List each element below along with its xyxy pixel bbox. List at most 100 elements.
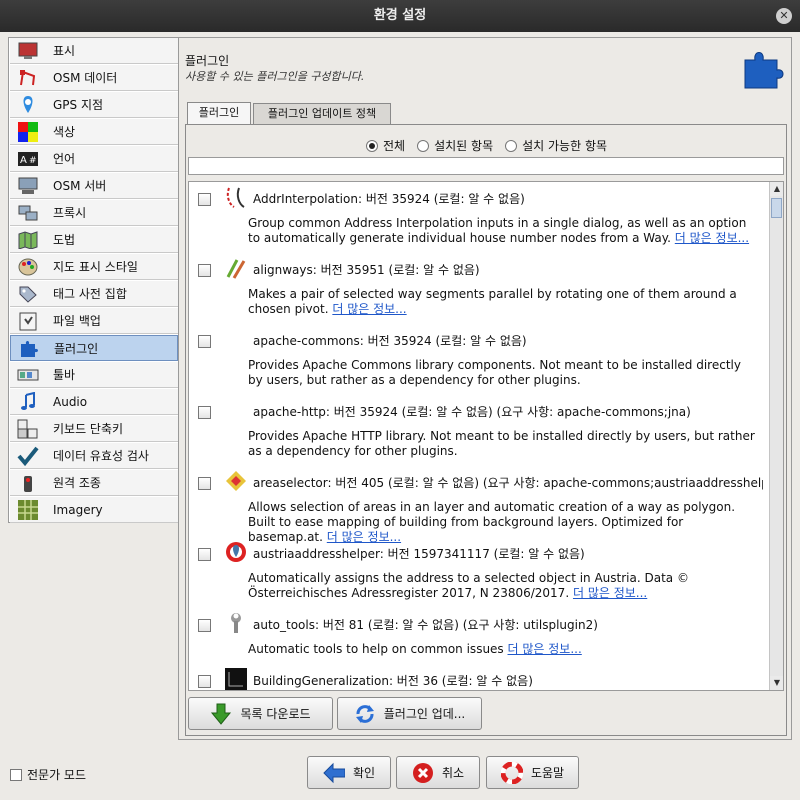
plugin-name: AddrInterpolation: 버전 35924 (로컬: 알 수 없음) (253, 192, 525, 206)
tag-icon (17, 284, 39, 304)
areaselector-icon (226, 471, 246, 491)
sidebar-item-osm-data[interactable]: OSM 데이터 (10, 65, 178, 91)
plugin-list-scrollbar[interactable]: ▲ ▼ (769, 182, 783, 690)
filter-radio-installed[interactable]: 설치된 항목 (417, 137, 493, 154)
scroll-down-arrow-icon[interactable]: ▼ (770, 676, 783, 690)
plugin-puzzle-icon (741, 46, 785, 90)
ok-arrow-icon (323, 762, 345, 784)
plugin-search-input[interactable] (188, 157, 784, 175)
sidebar-item-display[interactable]: 표시 (10, 38, 178, 64)
update-plugins-button[interactable]: 플러그인 업데... (337, 697, 482, 730)
plugin-name: alignways: 버전 35951 (로컬: 알 수 없음) (253, 263, 480, 277)
ok-button[interactable]: 확인 (307, 756, 391, 789)
cancel-button[interactable]: 취소 (396, 756, 480, 789)
sidebar-item-gps[interactable]: GPS 지점 (10, 92, 178, 118)
plugin-description: Makes a pair of selected way segments pa… (248, 287, 737, 316)
filter-radio-group: 전체 설치된 항목 설치 가능한 항목 (366, 137, 607, 154)
plugin-checkbox[interactable] (198, 335, 211, 348)
display-icon (17, 41, 39, 61)
sidebar-item-projection[interactable]: 도법 (10, 227, 178, 253)
sidebar-item-label: 데이터 유효성 검사 (53, 449, 149, 463)
imagery-grid-icon (17, 499, 39, 520)
sidebar-item-shortcuts[interactable]: 키보드 단축키 (10, 416, 178, 442)
plugin-name: auto_tools: 버전 81 (로컬: 알 수 없음) (요구 사항: u… (253, 618, 598, 632)
tab-content: 전체 설치된 항목 설치 가능한 항목 AddrInterpolation: 버… (185, 124, 787, 736)
sidebar-item-remote-control[interactable]: 원격 조종 (10, 470, 178, 496)
keyboard-icon (17, 419, 39, 439)
more-info-link[interactable]: 더 많은 정보... (675, 231, 749, 245)
plugin-description: Provides Apache HTTP library. Not meant … (248, 429, 755, 458)
sidebar-item-label: 키보드 단축키 (53, 422, 124, 436)
close-icon[interactable]: ✕ (776, 8, 792, 24)
sidebar-item-colors[interactable]: 색상 (10, 119, 178, 145)
sidebar-item-file-backup[interactable]: 파일 백업 (10, 308, 178, 334)
svg-text:#: # (29, 156, 37, 166)
plugin-checkbox[interactable] (198, 264, 211, 277)
sidebar-item-tag-presets[interactable]: 태그 사전 집합 (10, 281, 178, 307)
toolbar-icon (17, 365, 39, 385)
plugin-name: BuildingGeneralization: 버전 36 (로컬: 알 수 없… (253, 674, 533, 688)
backup-icon (17, 311, 39, 331)
palette-icon (17, 257, 39, 277)
plugin-checkbox[interactable] (198, 675, 211, 688)
radio-label: 설치 가능한 항목 (522, 139, 608, 153)
sidebar-item-label: OSM 데이터 (53, 71, 118, 85)
button-label: 확인 (352, 766, 376, 780)
sidebar-item-label: 원격 조종 (53, 476, 101, 490)
sidebar-item-language[interactable]: A # 언어 (10, 146, 178, 172)
more-info-link[interactable]: 더 많은 정보... (573, 586, 647, 600)
sidebar-item-label: 도법 (53, 233, 76, 247)
plugin-checkbox[interactable] (198, 406, 211, 419)
plugin-list: AddrInterpolation: 버전 35924 (로컬: 알 수 없음)… (188, 181, 784, 691)
download-list-button[interactable]: 목록 다운로드 (188, 697, 333, 730)
sidebar-item-map-style[interactable]: 지도 표시 스타일 (10, 254, 178, 280)
window-titlebar: 환경 설정 ✕ (0, 0, 800, 32)
more-info-link[interactable]: 더 많은 정보... (327, 530, 401, 544)
radio-dot[interactable] (366, 139, 378, 152)
window-title: 환경 설정 (373, 8, 427, 23)
scrollbar-thumb[interactable] (771, 198, 782, 218)
language-icon: A # (17, 149, 39, 169)
expert-mode-checkbox[interactable]: 전문가 모드 (10, 766, 86, 783)
download-arrow-icon (210, 703, 232, 725)
plugin-icon (18, 338, 40, 358)
button-label: 취소 (441, 766, 465, 780)
radio-label: 전체 (383, 139, 406, 153)
radio-dot[interactable] (417, 139, 430, 152)
help-button[interactable]: 도움말 (486, 756, 579, 789)
plugin-checkbox[interactable] (198, 548, 211, 561)
plugin-checkbox[interactable] (198, 477, 211, 490)
plugin-checkbox[interactable] (198, 193, 211, 206)
tab-update-policy[interactable]: 플러그인 업데이트 정책 (253, 103, 391, 124)
sidebar-item-label: 파일 백업 (53, 314, 101, 328)
sidebar-item-osm-server[interactable]: OSM 서버 (10, 173, 178, 199)
plugin-settings-panel: 플러그인 사용할 수 있는 플러그인을 구성합니다. 플러그인 플러그인 업데이… (178, 37, 792, 740)
more-info-link[interactable]: 더 많은 정보... (508, 642, 582, 656)
filter-radio-available[interactable]: 설치 가능한 항목 (505, 137, 607, 154)
svg-text:A: A (20, 155, 27, 166)
color-icon (17, 121, 39, 142)
filter-radio-all[interactable]: 전체 (366, 137, 405, 154)
sidebar-item-audio[interactable]: Audio (10, 389, 178, 415)
checkmark-icon (17, 446, 39, 466)
sidebar-item-imagery[interactable]: Imagery (10, 497, 178, 523)
button-label: 목록 다운로드 (240, 707, 311, 721)
sidebar-item-plugins[interactable]: 플러그인 (10, 335, 178, 361)
scroll-up-arrow-icon[interactable]: ▲ (770, 182, 783, 196)
gps-pin-icon (17, 95, 39, 115)
sidebar-item-validation[interactable]: 데이터 유효성 검사 (10, 443, 178, 469)
tab-plugins[interactable]: 플러그인 (187, 102, 251, 124)
checkbox-box[interactable] (10, 768, 22, 781)
projection-map-icon (17, 230, 39, 250)
plugin-checkbox[interactable] (198, 619, 211, 632)
sidebar-item-label: GPS 지점 (53, 98, 104, 112)
plugin-name: apache-commons: 버전 35924 (로컬: 알 수 없음) (253, 334, 527, 348)
sidebar-item-toolbar[interactable]: 툴바 (10, 362, 178, 388)
radio-dot[interactable] (505, 139, 518, 152)
more-info-link[interactable]: 더 많은 정보... (332, 302, 406, 316)
plugin-description: Automatically assigns the address to a s… (248, 571, 689, 600)
server-icon (17, 176, 39, 196)
sidebar-item-proxy[interactable]: 프록시 (10, 200, 178, 226)
plugin-name: austriaaddresshelper: 버전 1597341117 (로컬:… (253, 547, 585, 561)
addr-interpolation-icon (226, 187, 245, 208)
